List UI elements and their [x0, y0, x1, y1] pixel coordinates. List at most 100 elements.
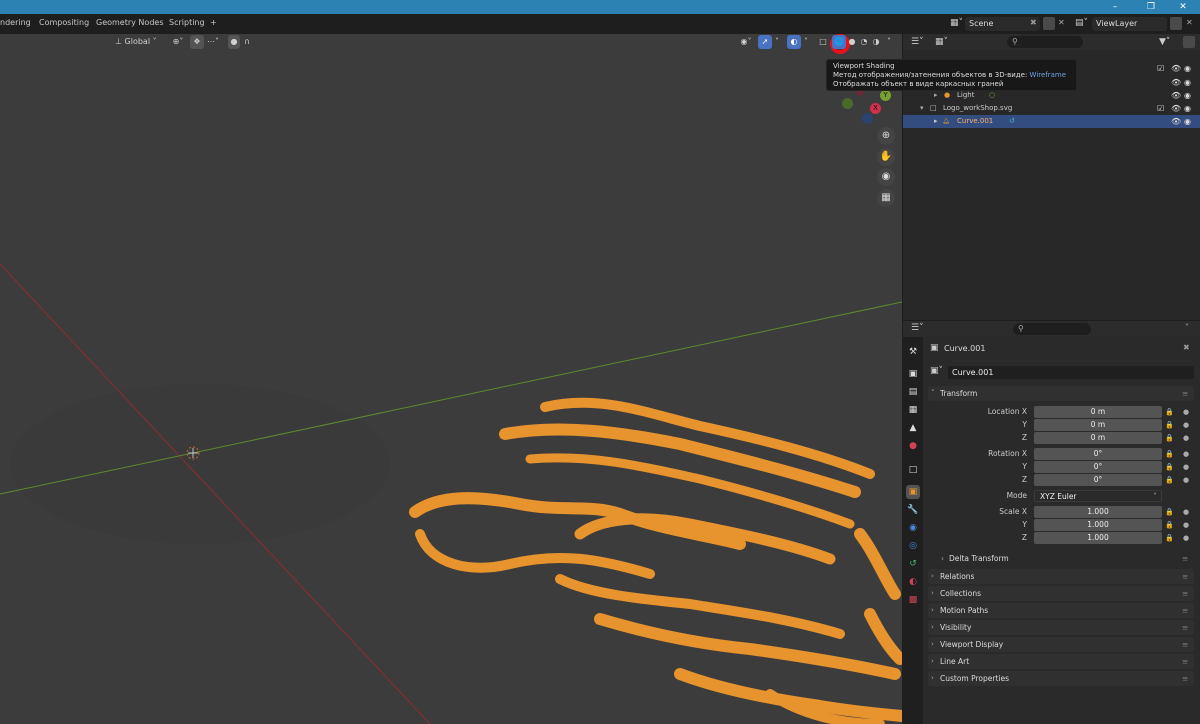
- rotation-x-field[interactable]: 0°: [1034, 448, 1162, 460]
- line-art-panel-header[interactable]: › Line Art ≡: [928, 654, 1194, 669]
- keyframe-dot-icon[interactable]: ●: [1183, 519, 1189, 531]
- keyframe-dot-icon[interactable]: ●: [1183, 532, 1189, 544]
- drag-handle-icon[interactable]: ≡: [1182, 654, 1188, 669]
- drag-handle-icon[interactable]: ≡: [1182, 603, 1188, 618]
- lock-icon[interactable]: 🔒: [1165, 474, 1174, 486]
- outliner-row-curve[interactable]: ▸ ⧋ Curve.001 ↺ 👁 ◉: [903, 115, 1200, 128]
- texture-tab-icon[interactable]: ▩: [906, 593, 920, 607]
- delete-view-layer-icon[interactable]: ✕: [1186, 18, 1193, 27]
- transform-orientation-dropdown[interactable]: ⊥ Global ˅: [113, 35, 163, 49]
- tab-scripting[interactable]: Scripting: [169, 18, 205, 27]
- pin-icon[interactable]: ✖: [1030, 18, 1037, 27]
- keyframe-dot-icon[interactable]: ●: [1183, 474, 1189, 486]
- keyframe-dot-icon[interactable]: ●: [1183, 461, 1189, 473]
- custom-properties-panel-header[interactable]: › Custom Properties ≡: [928, 671, 1194, 686]
- minimize-button[interactable]: –: [1098, 0, 1132, 14]
- camera-view-icon[interactable]: ◉: [877, 168, 895, 186]
- grid-perspective-icon[interactable]: ▦: [877, 189, 895, 207]
- render-tab-icon[interactable]: ▣: [906, 367, 920, 381]
- drag-handle-icon[interactable]: ≡: [1182, 552, 1188, 566]
- view-layer-field[interactable]: ViewLayer: [1092, 17, 1167, 31]
- new-collection-icon[interactable]: [1183, 36, 1195, 48]
- eye-icon[interactable]: 👁: [1171, 62, 1181, 75]
- scene-name-field[interactable]: Scene: [965, 17, 1040, 31]
- location-x-field[interactable]: 0 m: [1034, 406, 1162, 418]
- curve-object-wireframe[interactable]: [409, 397, 902, 724]
- new-view-layer-icon[interactable]: [1170, 17, 1182, 30]
- drag-handle-icon[interactable]: ≡: [1182, 569, 1188, 584]
- tab-compositing[interactable]: Compositing: [39, 18, 89, 27]
- expand-arrow-icon[interactable]: ▸: [934, 115, 938, 128]
- keyframe-dot-icon[interactable]: ●: [1183, 506, 1189, 518]
- material-preview-button[interactable]: ◔: [858, 35, 870, 49]
- gizmo-neg-y-axis[interactable]: [842, 98, 853, 109]
- outliner-search-input[interactable]: ⚲: [1007, 36, 1083, 48]
- delete-scene-icon[interactable]: ✕: [1058, 18, 1065, 27]
- options-dropdown-icon[interactable]: ˅: [1185, 323, 1189, 332]
- close-button[interactable]: ✕: [1166, 0, 1200, 14]
- datablock-icon[interactable]: ▣˅: [930, 366, 943, 376]
- visibility-panel-header[interactable]: › Visibility ≡: [928, 620, 1194, 635]
- pivot-point-dropdown[interactable]: ⊕˅: [169, 35, 187, 49]
- display-mode-icon[interactable]: ▦˅: [935, 37, 948, 47]
- tab-geometry-nodes[interactable]: Geometry Nodes: [96, 18, 163, 27]
- filter-icon[interactable]: ▼˅: [1159, 37, 1170, 47]
- lock-icon[interactable]: 🔒: [1165, 532, 1174, 544]
- rotation-y-field[interactable]: 0°: [1034, 461, 1162, 473]
- editor-type-icon[interactable]: ☰˅: [911, 37, 924, 47]
- eye-icon[interactable]: 👁: [1171, 115, 1181, 128]
- tool-tab-icon[interactable]: ⚒: [906, 345, 920, 359]
- camera-icon[interactable]: ◉: [1184, 76, 1191, 89]
- gizmo-x-axis[interactable]: X: [870, 103, 881, 114]
- lock-icon[interactable]: 🔒: [1165, 448, 1174, 460]
- viewport-display-panel-header[interactable]: › Viewport Display ≡: [928, 637, 1194, 652]
- keyframe-dot-icon[interactable]: ●: [1183, 448, 1189, 460]
- overlays-toggle[interactable]: ◐: [787, 35, 801, 49]
- keyframe-dot-icon[interactable]: ●: [1183, 406, 1189, 418]
- editor-type-icon[interactable]: ☰˅: [911, 323, 924, 333]
- gizmo-neg-z-axis[interactable]: [862, 113, 873, 124]
- lock-icon[interactable]: 🔒: [1165, 461, 1174, 473]
- pin-icon[interactable]: ✖: [1183, 343, 1190, 352]
- outliner-row-collection-svg[interactable]: ▾ □ Logo_workShop.svg ☑ 👁 ◉: [903, 102, 1200, 115]
- viewport-3d[interactable]: ⊥ Global ˅ ⊕˅ ❖ ⋯˅ ● ∩ ◉˅ ➚ ˅ ◐ ˅ □ 🌐 ● …: [0, 34, 902, 724]
- restore-button[interactable]: ❐: [1134, 0, 1168, 14]
- add-workspace-button[interactable]: +: [210, 18, 217, 27]
- drag-handle-icon[interactable]: ≡: [1182, 586, 1188, 601]
- motion-paths-panel-header[interactable]: › Motion Paths ≡: [928, 603, 1194, 618]
- camera-icon[interactable]: ◉: [1184, 62, 1191, 75]
- scale-y-field[interactable]: 1.000: [1034, 519, 1162, 531]
- eye-icon[interactable]: 👁: [1171, 102, 1181, 115]
- drag-handle-icon[interactable]: ≡: [1182, 620, 1188, 635]
- collections-panel-header[interactable]: › Collections ≡: [928, 586, 1194, 601]
- properties-search-input[interactable]: ⚲: [1013, 323, 1091, 335]
- delta-transform-header[interactable]: › Delta Transform ≡: [937, 552, 1194, 566]
- new-scene-icon[interactable]: [1043, 17, 1055, 30]
- transform-panel-header[interactable]: ˅ Transform ≡: [928, 386, 1194, 401]
- lock-icon[interactable]: 🔒: [1165, 419, 1174, 431]
- material-tab-icon[interactable]: ◐: [906, 575, 920, 589]
- location-y-field[interactable]: 0 m: [1034, 419, 1162, 431]
- visibility-dropdown[interactable]: ◉˅: [736, 35, 756, 49]
- lock-icon[interactable]: 🔒: [1165, 519, 1174, 531]
- camera-icon[interactable]: ◉: [1184, 115, 1191, 128]
- proportional-editing-toggle[interactable]: ●: [228, 35, 240, 49]
- rendered-shading-button[interactable]: ◑: [870, 35, 882, 49]
- camera-icon[interactable]: ◉: [1184, 102, 1191, 115]
- zoom-icon[interactable]: ⊕: [877, 127, 895, 145]
- drag-handle-icon[interactable]: ≡: [1182, 671, 1188, 686]
- keyframe-dot-icon[interactable]: ●: [1183, 432, 1189, 444]
- gizmo-dropdown[interactable]: ˅: [772, 35, 782, 49]
- scale-x-field[interactable]: 1.000: [1034, 506, 1162, 518]
- lock-icon[interactable]: 🔒: [1165, 506, 1174, 518]
- shading-dropdown[interactable]: ˅: [884, 35, 894, 49]
- scene-icon[interactable]: ▦˅: [950, 18, 963, 28]
- overlays-dropdown[interactable]: ˅: [801, 35, 811, 49]
- gizmo-toggle[interactable]: ➚: [758, 35, 772, 49]
- snap-target-dropdown[interactable]: ⋯˅: [204, 35, 222, 49]
- scale-z-field[interactable]: 1.000: [1034, 532, 1162, 544]
- output-tab-icon[interactable]: ▤: [906, 385, 920, 399]
- checkbox-icon[interactable]: ☑: [1157, 62, 1164, 75]
- drag-handle-icon[interactable]: ≡: [1182, 386, 1188, 401]
- rotation-mode-dropdown[interactable]: XYZ Euler ˅: [1034, 490, 1162, 502]
